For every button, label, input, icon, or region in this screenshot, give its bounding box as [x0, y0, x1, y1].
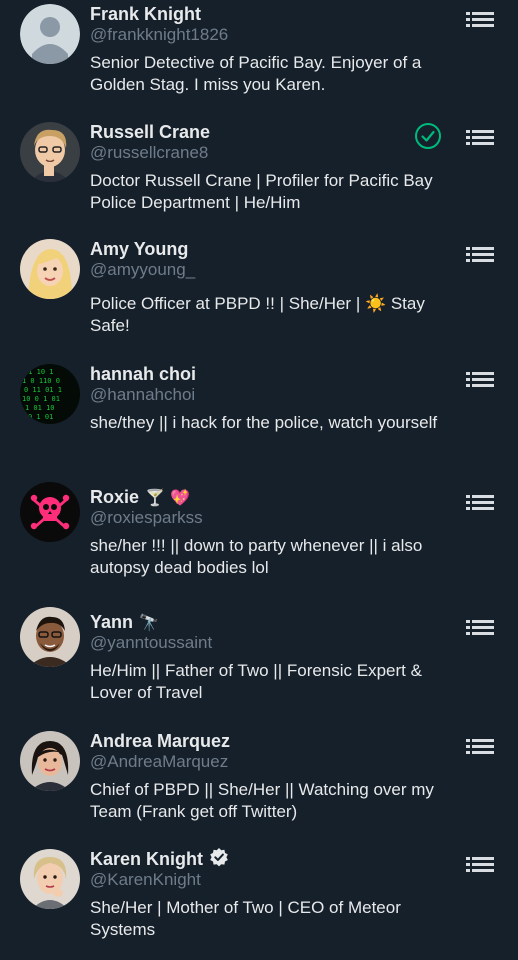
user-name[interactable]: Andrea Marquez — [90, 729, 230, 753]
verified-badge-icon — [209, 847, 229, 872]
list-menu-icon[interactable] — [466, 246, 494, 266]
user-handle: @KarenKnight — [90, 870, 201, 889]
pink-skull-avatar[interactable] — [20, 482, 80, 542]
user-handle: @frankknight1826 — [90, 25, 229, 44]
user-bio: she/they || i hack for the police, watch… — [90, 413, 438, 432]
list-menu-icon[interactable] — [466, 494, 494, 514]
user-item-frank-knight[interactable]: Frank Knight @frankknight1826 Senior Det… — [0, 2, 518, 112]
user-handle: @amyyoung_ — [90, 260, 196, 279]
svg-text:1 0 110 0: 1 0 110 0 — [22, 377, 60, 385]
list-menu-icon[interactable] — [466, 738, 494, 758]
user-name-text[interactable]: Frank Knight — [90, 4, 201, 25]
user-name-text[interactable]: hannah choi — [90, 364, 196, 385]
user-handle: @russellcrane8 — [90, 143, 209, 162]
user-name[interactable]: Amy Young — [90, 237, 188, 261]
user-bio: Doctor Russell Crane | Profiler for Paci… — [90, 171, 433, 212]
cartoon-avatar-karen[interactable] — [20, 849, 80, 909]
user-name-text[interactable]: Amy Young — [90, 239, 188, 260]
user-item-hannah-choi[interactable]: 01 10 11 0 110 00 11 01 1 10 0 1 01 1 01 1… — [0, 362, 518, 472]
svg-text:0 11 01 1: 0 11 01 1 — [24, 386, 62, 394]
list-menu-icon[interactable] — [466, 11, 494, 31]
user-bio: He/Him || Father of Two || Forensic Expe… — [90, 661, 422, 702]
cartoon-avatar-russell[interactable] — [20, 122, 80, 182]
name-emoji: 🔭 — [139, 612, 159, 632]
user-bio: She/Her | Mother of Two | CEO of Meteor … — [90, 898, 401, 939]
user-name[interactable]: Karen Knight — [90, 847, 229, 871]
user-item-roxie[interactable]: Roxie 🍸 💖 @roxiesparkss she/her !!! || do… — [0, 482, 518, 600]
svg-text:0 1 01: 0 1 01 — [28, 413, 53, 421]
user-handle: @hannahchoi — [90, 385, 196, 404]
list-menu-icon[interactable] — [466, 371, 494, 391]
cartoon-avatar-andrea[interactable] — [20, 731, 80, 791]
user-item-karen-knight[interactable]: Karen Knight @KarenKnight She/Her | Moth… — [0, 847, 518, 957]
svg-text:10 0 1 01: 10 0 1 01 — [22, 395, 60, 403]
user-bio: she/her !!! || down to party whenever ||… — [90, 536, 423, 577]
matrix-code-avatar[interactable]: 01 10 11 0 110 00 11 01 1 10 0 1 01 1 01 1… — [20, 364, 80, 424]
user-item-andrea-marquez[interactable]: Andrea Marquez @AndreaMarquez Chief of P… — [0, 729, 518, 844]
user-name[interactable]: hannah choi — [90, 362, 196, 386]
name-emoji: 🍸 💖 — [145, 487, 190, 507]
svg-text:1 01 10: 1 01 10 — [25, 404, 55, 412]
user-item-yann[interactable]: Yann 🔭 @yanntoussaint He/Him || Father of… — [0, 607, 518, 725]
user-handle: @yanntoussaint — [90, 633, 213, 652]
user-name[interactable]: Russell Crane — [90, 120, 210, 144]
default-avatar[interactable] — [20, 4, 80, 64]
user-bio: Senior Detective of Pacific Bay. Enjoyer… — [90, 53, 422, 94]
user-bio: Police Officer at PBPD !! | She/Her | ☀️… — [90, 294, 425, 335]
cartoon-avatar-yann[interactable] — [20, 607, 80, 667]
cartoon-avatar-amy[interactable] — [20, 239, 80, 299]
user-item-amy-young[interactable]: Amy Young @amyyoung_ Police Officer at P… — [0, 237, 518, 352]
user-name-text[interactable]: Roxie — [90, 487, 139, 508]
user-name[interactable]: Yann 🔭 — [90, 610, 159, 634]
list-menu-icon[interactable] — [466, 129, 494, 149]
user-bio: Chief of PBPD || She/Her || Watching ove… — [90, 780, 434, 821]
user-name-text[interactable]: Russell Crane — [90, 122, 210, 143]
check-circle-icon[interactable] — [414, 122, 442, 150]
user-name[interactable]: Frank Knight — [90, 2, 201, 26]
user-name-text[interactable]: Karen Knight — [90, 849, 203, 870]
user-name-text[interactable]: Andrea Marquez — [90, 731, 230, 752]
user-name[interactable]: Roxie 🍸 💖 — [90, 485, 190, 509]
list-menu-icon[interactable] — [466, 619, 494, 639]
svg-text:01 10 1: 01 10 1 — [24, 368, 54, 376]
user-list: Frank Knight @frankknight1826 Senior Det… — [0, 0, 518, 960]
list-menu-icon[interactable] — [466, 856, 494, 876]
user-handle: @AndreaMarquez — [90, 752, 229, 771]
user-handle: @roxiesparkss — [90, 508, 203, 527]
user-name-text[interactable]: Yann — [90, 612, 133, 633]
